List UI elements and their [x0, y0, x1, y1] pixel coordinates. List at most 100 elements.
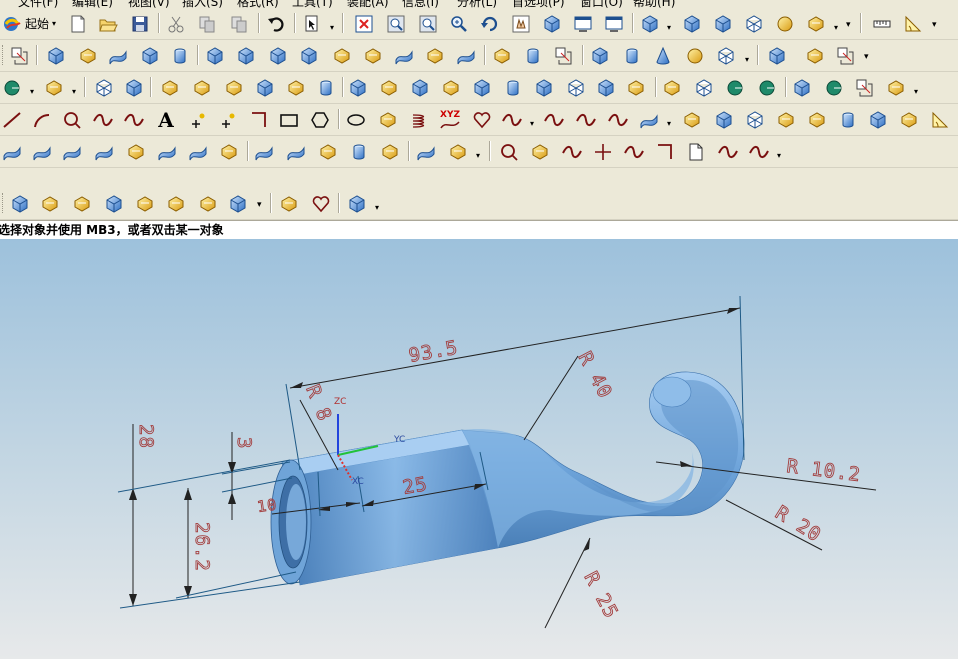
dim-text-26-2[interactable]: 26.2 [191, 522, 214, 573]
edge-blend-button[interactable] [0, 76, 24, 99]
select-button[interactable] [300, 12, 324, 35]
bounded-plane-button[interactable] [316, 140, 340, 163]
new-button[interactable] [66, 12, 90, 35]
revolve-button[interactable] [76, 44, 100, 67]
paste-button[interactable] [227, 12, 251, 35]
trace-button[interactable] [836, 108, 860, 131]
menu-analysis[interactable]: 分析(L) [457, 0, 497, 8]
assembly-constraints-button[interactable] [196, 192, 220, 215]
menu-view[interactable]: 视图(V) [128, 0, 170, 8]
rectangle-button[interactable] [277, 108, 301, 131]
trim-body-button[interactable] [454, 44, 478, 67]
exploded-view-button[interactable] [277, 192, 301, 215]
offset-in-face-button[interactable] [774, 108, 798, 131]
bridge-button[interactable] [222, 76, 246, 99]
save-button[interactable] [128, 12, 152, 35]
trim-corner-button[interactable] [591, 140, 615, 163]
divide-curve-button[interactable] [622, 140, 646, 163]
dim-text-3[interactable]: 3 [233, 437, 256, 450]
styled-sweep-button[interactable] [284, 140, 308, 163]
primitive-button[interactable] [714, 44, 738, 67]
pocket-button[interactable] [266, 44, 290, 67]
menu-file[interactable]: 文件(F) [18, 0, 58, 8]
extract-button[interactable] [408, 76, 432, 99]
edit-curve-params-button[interactable] [528, 140, 552, 163]
transition-button[interactable] [186, 140, 210, 163]
cylinder-button[interactable] [620, 44, 644, 67]
tube-button[interactable] [138, 44, 162, 67]
restore-view-button[interactable] [571, 12, 595, 35]
menu-window[interactable]: 窗口(O) [580, 0, 623, 8]
toolbar-grip[interactable] [2, 45, 6, 65]
perspective-button[interactable] [540, 12, 564, 35]
isoparametric-curve-button[interactable] [637, 108, 661, 131]
spline-button[interactable] [91, 108, 115, 131]
dim-text-r25[interactable]: R 25 [579, 568, 623, 623]
blend-dropdown-arrow[interactable]: ▾ [30, 88, 36, 96]
chamfer-button[interactable] [42, 76, 66, 99]
measure-distance-button[interactable] [870, 12, 894, 35]
dim-text-overall-length[interactable]: 93.5 [407, 336, 461, 367]
cut-button[interactable] [164, 12, 188, 35]
thread-button[interactable] [314, 76, 338, 99]
sketch-button[interactable] [8, 44, 32, 67]
intersect-curve-button[interactable] [542, 108, 566, 131]
toolbar-more[interactable]: ▾ [257, 200, 262, 210]
toolbar-more[interactable]: ▾ [846, 20, 851, 30]
chamfer-curve-button[interactable] [247, 108, 271, 131]
dim-text-28[interactable]: 28 [135, 424, 158, 450]
datum-csys-button[interactable] [552, 44, 576, 67]
dim-text-25[interactable]: 25 [401, 472, 430, 499]
simplify-curve-button[interactable] [897, 108, 921, 131]
slot-button[interactable] [361, 44, 385, 67]
model-canvas[interactable]: 93.5 R 8 R 40 R 10.2 R 20 R 25 25 28 3 2… [0, 239, 958, 659]
datum-button[interactable] [521, 44, 545, 67]
soft-blend-button[interactable] [190, 76, 214, 99]
menu-info[interactable]: 信息(I) [402, 0, 439, 8]
trim-sheet-button[interactable] [378, 140, 402, 163]
navigator-dropdown-arrow[interactable]: ▾ [375, 204, 381, 212]
face-blend-button[interactable] [158, 76, 182, 99]
project-curve-button[interactable] [680, 108, 704, 131]
make-coplanar-button[interactable] [853, 76, 877, 99]
move-component-button[interactable] [133, 192, 157, 215]
global-shaping-button[interactable] [446, 140, 470, 163]
ruled-surface-button[interactable] [0, 140, 24, 163]
primitive-dropdown-arrow[interactable]: ▾ [745, 56, 751, 64]
n-sided-surface-button[interactable] [155, 140, 179, 163]
extrude-button[interactable] [44, 44, 68, 67]
studio-spline-button[interactable] [122, 108, 146, 131]
wrap-curve-button[interactable] [743, 108, 767, 131]
fit-view-button[interactable] [352, 12, 376, 35]
edit-curve-dropdown-arrow[interactable]: ▾ [777, 152, 783, 160]
menu-format[interactable]: 格式(R) [237, 0, 279, 8]
text-button[interactable]: A [154, 108, 178, 132]
sync-dropdown-arrow[interactable]: ▾ [914, 88, 920, 96]
rotate-button[interactable] [478, 12, 502, 35]
sew-button[interactable] [439, 76, 463, 99]
orient-dropdown-arrow[interactable]: ▾ [667, 24, 673, 32]
promote-button[interactable] [594, 76, 618, 99]
mirror-button[interactable] [377, 76, 401, 99]
clearance-analysis-button[interactable] [309, 192, 333, 215]
mate-component-button[interactable] [164, 192, 188, 215]
through-mesh-button[interactable] [60, 140, 84, 163]
pattern-face-button[interactable] [884, 76, 908, 99]
offset-region-button[interactable] [790, 76, 814, 99]
sync-move-face-button[interactable] [660, 76, 684, 99]
split-body-button[interactable] [501, 76, 525, 99]
shaping-dropdown-arrow[interactable]: ▾ [476, 152, 482, 160]
smooth-spline-button[interactable] [716, 140, 740, 163]
offset-curve-button[interactable] [470, 108, 494, 131]
sphere-button[interactable] [683, 44, 707, 67]
extension-button[interactable] [217, 140, 241, 163]
zoom-window-button[interactable] [416, 12, 440, 35]
studio-button[interactable] [773, 12, 797, 35]
cylinder-tube-button[interactable] [168, 44, 192, 67]
draft-button[interactable] [92, 76, 116, 99]
add-component-button[interactable] [8, 192, 32, 215]
bridge-curve-button[interactable] [500, 108, 524, 131]
join-curve-button[interactable] [928, 108, 952, 131]
zoom-button[interactable] [447, 12, 471, 35]
open-button[interactable] [96, 12, 120, 35]
